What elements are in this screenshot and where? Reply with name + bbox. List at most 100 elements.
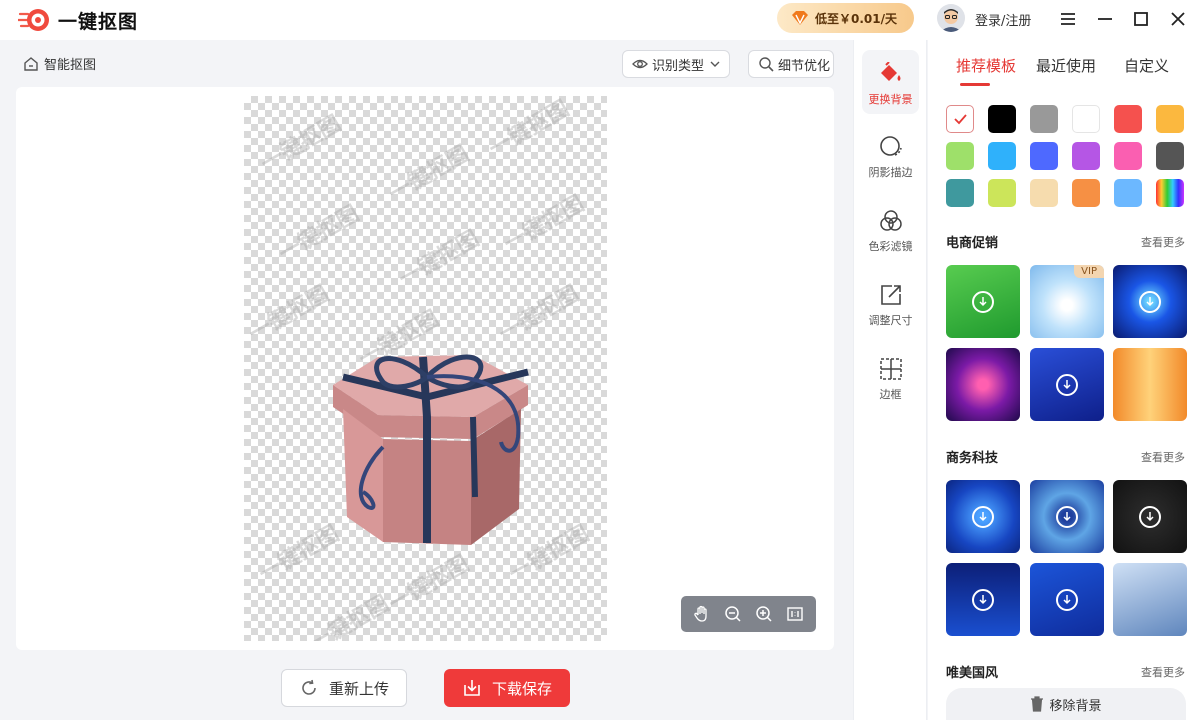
zoom-out-icon[interactable] — [721, 602, 745, 626]
template-thumbnail[interactable] — [1030, 563, 1104, 636]
swatch-beige[interactable] — [1030, 179, 1058, 207]
shadow-outline-icon — [878, 135, 904, 159]
template-thumbnail[interactable] — [1113, 480, 1187, 553]
see-more-link[interactable]: 查看更多 — [1141, 234, 1185, 250]
minimize-icon[interactable] — [1094, 8, 1116, 30]
watermark: 一键抠图 — [394, 226, 484, 292]
template-thumbnail[interactable] — [1113, 563, 1187, 636]
swatch-white[interactable] — [1072, 105, 1100, 133]
fit-actual-size-icon[interactable] — [783, 602, 807, 626]
swatch-orange[interactable] — [1156, 105, 1184, 133]
title-bar: 一键抠图 低至￥0.01/天 登录/注册 — [0, 0, 1200, 40]
watermark: 一键抠图 — [494, 281, 584, 347]
download-button[interactable]: 下载保存 — [444, 669, 570, 707]
tool-change-background[interactable]: 更换背景 — [862, 50, 919, 114]
detail-optimize-label: 细节优化 — [778, 58, 831, 74]
remove-background-label: 移除背景 — [1049, 698, 1102, 714]
swatch-gray[interactable] — [1030, 105, 1058, 133]
tab-custom[interactable]: 自定义 — [1124, 55, 1169, 76]
detail-optimize-button[interactable]: 细节优化 — [748, 50, 834, 78]
breadcrumb[interactable]: 智能抠图 — [23, 54, 96, 73]
logo-icon — [16, 4, 50, 36]
hand-pan-icon[interactable] — [690, 602, 714, 626]
template-thumbnail[interactable]: VIP — [1030, 265, 1104, 338]
watermark: 一键抠图 — [244, 281, 334, 347]
template-thumbnail[interactable] — [946, 563, 1020, 636]
section-title: 电商促销 — [946, 236, 999, 251]
template-thumbnail[interactable] — [946, 265, 1020, 338]
zoom-in-icon[interactable] — [752, 602, 776, 626]
detect-type-dropdown[interactable]: 识别类型 — [622, 50, 730, 78]
tool-label: 色彩滤镜 — [868, 240, 913, 253]
swatch-dark-gray[interactable] — [1156, 142, 1184, 170]
reupload-button[interactable]: 重新上传 — [281, 669, 407, 707]
template-thumbnail[interactable] — [946, 480, 1020, 553]
vip-badge: VIP — [1074, 265, 1104, 278]
swatch-pink[interactable] — [1114, 142, 1142, 170]
swatch-transparent-selected[interactable] — [946, 105, 974, 133]
swatch-light-blue[interactable] — [1114, 179, 1142, 207]
watermark: 一键抠图 — [304, 591, 394, 641]
swatch-green[interactable] — [946, 142, 974, 170]
swatch-sky-blue[interactable] — [988, 142, 1016, 170]
watermark: 一键抠图 — [499, 191, 589, 257]
eye-icon — [632, 59, 648, 69]
swatch-teal[interactable] — [946, 179, 974, 207]
section-title: 唯美国风 — [946, 666, 999, 681]
swatch-blue[interactable] — [1030, 142, 1058, 170]
template-thumbnail[interactable] — [1113, 265, 1187, 338]
refresh-icon — [302, 679, 316, 695]
tool-label: 更换背景 — [868, 93, 913, 106]
menu-icon[interactable] — [1057, 8, 1079, 30]
tool-shadow-outline[interactable]: 阴影描边 — [862, 123, 919, 187]
download-circle-icon — [1139, 505, 1161, 528]
tab-recent[interactable]: 最近使用 — [1036, 55, 1096, 76]
download-circle-icon — [1056, 588, 1078, 611]
tool-label: 调整尺寸 — [868, 314, 913, 327]
close-icon[interactable] — [1167, 8, 1189, 30]
download-circle-icon — [1056, 505, 1078, 528]
template-thumbnail[interactable] — [1030, 480, 1104, 553]
watermark: 一键抠图 — [384, 141, 474, 207]
border-icon — [878, 357, 904, 381]
swatch-custom-color[interactable] — [1156, 179, 1184, 207]
download-icon — [464, 680, 480, 696]
home-icon — [24, 56, 38, 71]
download-circle-icon — [972, 588, 994, 611]
tool-color-filter[interactable]: 色彩滤镜 — [862, 197, 919, 261]
tool-border[interactable]: 边框 — [862, 345, 919, 409]
template-thumbnail[interactable] — [1113, 348, 1187, 421]
swatch-black[interactable] — [988, 105, 1016, 133]
diamond-icon — [791, 10, 809, 26]
see-more-link[interactable]: 查看更多 — [1141, 449, 1185, 465]
avatar[interactable] — [937, 4, 965, 32]
template-thumbnail[interactable] — [946, 348, 1020, 421]
app-logo: 一键抠图 — [16, 4, 138, 36]
transparent-background: 一键抠图 一键抠图 一键抠图 一键抠图 一键抠图 一键抠图 一键抠图 一键抠图 … — [244, 96, 607, 641]
trash-icon — [1031, 696, 1044, 712]
swatch-lime[interactable] — [988, 179, 1016, 207]
see-more-link[interactable]: 查看更多 — [1141, 664, 1185, 680]
watermark: 一键抠图 — [256, 111, 346, 177]
tool-resize[interactable]: 调整尺寸 — [862, 271, 919, 335]
maximize-icon[interactable] — [1130, 8, 1152, 30]
tab-recommended[interactable]: 推荐模板 — [956, 55, 1016, 76]
remove-background-button[interactable]: 移除背景 — [946, 688, 1186, 720]
resize-icon — [878, 283, 904, 307]
download-circle-icon — [1056, 373, 1078, 396]
vip-promo-button[interactable]: 低至￥0.01/天 — [777, 3, 914, 33]
preview-canvas: 一键抠图 一键抠图 一键抠图 一键抠图 一键抠图 一键抠图 一键抠图 一键抠图 … — [16, 87, 834, 650]
template-thumbnail[interactable] — [1030, 348, 1104, 421]
chevron-down-icon — [710, 61, 720, 67]
tool-label: 阴影描边 — [868, 166, 913, 179]
swatch-purple[interactable] — [1072, 142, 1100, 170]
login-link[interactable]: 登录/注册 — [975, 10, 1031, 29]
swatch-red[interactable] — [1114, 105, 1142, 133]
download-circle-icon — [972, 505, 994, 528]
color-filter-icon — [878, 209, 904, 233]
tool-label: 边框 — [879, 388, 902, 401]
swatch-tangerine[interactable] — [1072, 179, 1100, 207]
download-circle-icon — [972, 290, 994, 313]
paint-bucket-icon — [878, 62, 904, 86]
tab-active-indicator — [960, 83, 990, 86]
